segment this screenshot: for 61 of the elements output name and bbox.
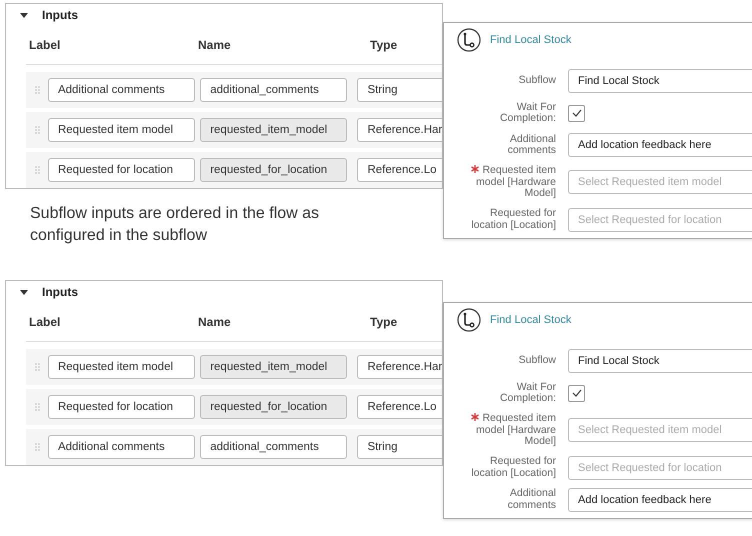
- field-label: Requested item model [Hardware Model]: [476, 164, 556, 199]
- field-label: Wait For Completion:: [500, 380, 556, 404]
- reference-field[interactable]: Select Requested item model: [568, 170, 752, 194]
- field-label: Requested for location [Location]: [471, 207, 556, 230]
- required-icon: [471, 413, 480, 421]
- subflow-icon: [457, 28, 481, 52]
- type-field[interactable]: Reference.Lo: [357, 158, 442, 182]
- type-field[interactable]: String: [357, 78, 442, 102]
- field-label: Requested for location [Location]: [471, 455, 556, 478]
- drag-handle-icon[interactable]: [35, 166, 40, 174]
- column-header: Type: [370, 38, 398, 52]
- type-field[interactable]: Reference.Lo: [357, 395, 442, 419]
- label-field[interactable]: Requested item model: [48, 118, 196, 142]
- text-field[interactable]: Find Local Stock: [568, 69, 752, 93]
- field-label: Requested item model [Hardware Model]: [476, 412, 556, 447]
- field-label: Subflow: [518, 74, 556, 86]
- drag-handle-icon[interactable]: [35, 86, 40, 94]
- checkbox[interactable]: [568, 384, 585, 402]
- subflow-title[interactable]: Find Local Stock: [490, 314, 572, 326]
- field-label: Additional comments: [508, 487, 556, 510]
- label-field[interactable]: Requested item model: [48, 355, 196, 379]
- column-header: Name: [198, 38, 232, 52]
- name-field[interactable]: requested_for_location: [200, 395, 348, 419]
- subflow-title[interactable]: Find Local Stock: [490, 34, 572, 46]
- type-field[interactable]: Reference.Har: [357, 118, 442, 142]
- check-icon: [572, 389, 582, 397]
- required-icon: [471, 165, 480, 173]
- column-header: Label: [29, 38, 62, 52]
- checkbox[interactable]: [568, 104, 585, 122]
- field-label: Subflow: [518, 354, 556, 366]
- label-field[interactable]: Requested for location: [48, 158, 196, 182]
- column-header: Name: [198, 315, 232, 329]
- reference-field[interactable]: Select Requested for location: [568, 456, 752, 480]
- label-field[interactable]: Additional comments: [48, 78, 196, 102]
- label-field[interactable]: Additional comments: [48, 435, 196, 459]
- label-field[interactable]: Requested for location: [48, 395, 196, 419]
- drag-handle-icon[interactable]: [35, 363, 40, 371]
- type-field[interactable]: Reference.Har: [357, 355, 442, 379]
- reference-field[interactable]: Select Requested for location: [568, 208, 752, 232]
- field-label: Wait For Completion:: [500, 100, 556, 124]
- name-field[interactable]: requested_item_model: [200, 118, 348, 142]
- subflow-icon: [457, 308, 481, 332]
- caption-text: Subflow inputs are ordered in the flow as configured in the subflow: [30, 204, 320, 246]
- name-field[interactable]: requested_for_location: [200, 158, 348, 182]
- section-title: Inputs: [42, 8, 78, 22]
- column-header: Type: [370, 315, 398, 329]
- text-field[interactable]: Find Local Stock: [568, 349, 752, 373]
- name-field[interactable]: requested_item_model: [200, 355, 348, 379]
- drag-handle-icon[interactable]: [35, 126, 40, 134]
- name-field[interactable]: additional_comments: [200, 78, 348, 102]
- reference-field[interactable]: Select Requested item model: [568, 418, 752, 442]
- text-field[interactable]: Add location feedback here: [568, 488, 752, 512]
- type-field[interactable]: String: [357, 435, 442, 459]
- text-field[interactable]: Add location feedback here: [568, 133, 752, 157]
- name-field[interactable]: additional_comments: [200, 435, 348, 459]
- column-header: Label: [29, 315, 62, 329]
- section-title: Inputs: [42, 285, 78, 299]
- drag-handle-icon[interactable]: [35, 403, 40, 411]
- field-label: Additional comments: [508, 132, 556, 156]
- check-icon: [572, 109, 582, 117]
- drag-handle-icon[interactable]: [35, 443, 40, 451]
